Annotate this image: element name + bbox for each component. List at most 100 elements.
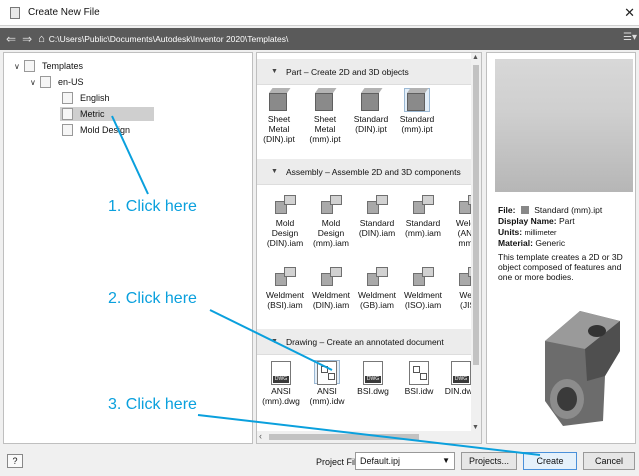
template-list: ▼ Part – Create 2D and 3D objects Sheet M… bbox=[256, 52, 482, 444]
callout-2: 2. Click here bbox=[108, 290, 197, 307]
section-header-part[interactable]: ▼ Part – Create 2D and 3D objects bbox=[257, 59, 473, 85]
create-button[interactable]: Create bbox=[523, 452, 577, 470]
tree-item-mold-design[interactable]: Mold Design bbox=[62, 123, 130, 137]
template-item-label: Sheet Metal (DIN).ipt bbox=[263, 114, 295, 144]
template-item[interactable]: Sheet Metal (mm).ipt bbox=[303, 89, 347, 144]
display-name-value: Part bbox=[558, 216, 575, 226]
assembly-icon bbox=[411, 265, 435, 287]
callout-1: 1. Click here bbox=[108, 198, 197, 215]
template-item-label: Mold Design (DIN).iam bbox=[266, 218, 304, 248]
template-item[interactable]: BSI.idw bbox=[397, 361, 441, 396]
close-icon[interactable]: ✕ bbox=[624, 5, 635, 21]
assembly-icon bbox=[273, 193, 297, 215]
template-item-label: ANSI (mm).idw bbox=[309, 386, 345, 406]
template-item[interactable]: Weldment (GB).iam bbox=[355, 265, 399, 310]
section-title: Assembly – Assemble 2D and 3D components bbox=[285, 166, 461, 177]
folder-icon bbox=[62, 124, 73, 136]
template-item[interactable]: Standard (mm).ipt bbox=[395, 88, 439, 134]
section-header-assembly[interactable]: ▼ Assembly – Assemble 2D and 3D componen… bbox=[257, 159, 473, 185]
chevron-down-icon[interactable]: ∨ bbox=[30, 78, 40, 87]
project-file-select[interactable]: Default.ipj ▼ bbox=[355, 452, 455, 470]
template-item-label: Weldment (GB).iam bbox=[357, 290, 397, 310]
forward-icon[interactable]: ⇒ bbox=[22, 32, 32, 46]
app-icon bbox=[10, 6, 20, 19]
scroll-thumb[interactable] bbox=[269, 434, 419, 440]
home-icon[interactable]: ⌂ bbox=[38, 33, 45, 45]
scroll-thumb[interactable] bbox=[473, 65, 479, 365]
assembly-icon bbox=[365, 265, 389, 287]
tree-item-english[interactable]: English bbox=[62, 91, 110, 105]
template-item-label: ANSI (mm).dwg bbox=[262, 386, 300, 406]
tree-item-metric[interactable]: Metric bbox=[60, 107, 154, 121]
collapse-icon[interactable]: ▼ bbox=[271, 68, 278, 75]
assembly-icon bbox=[273, 265, 297, 287]
material-value: Generic bbox=[535, 238, 566, 248]
template-item[interactable]: ANSI (mm).idw bbox=[305, 360, 349, 406]
template-item-label: Weldment (DIN).iam bbox=[311, 290, 351, 310]
assembly-icon bbox=[365, 193, 389, 215]
units-value: millimeter bbox=[524, 228, 557, 237]
template-item[interactable]: Weldment (ISO).iam bbox=[401, 265, 445, 310]
template-item[interactable]: Standard (DIN).iam bbox=[355, 193, 399, 238]
part-cube-icon bbox=[267, 89, 291, 111]
tree-item-label: Mold Design bbox=[80, 125, 131, 135]
tree-item-templates[interactable]: ∨ Templates bbox=[14, 59, 83, 73]
chevron-down-icon[interactable]: ∨ bbox=[14, 62, 24, 71]
idw-icon bbox=[407, 361, 431, 385]
horizontal-scrollbar[interactable]: ‹ bbox=[257, 431, 473, 443]
template-item[interactable]: Weldment (BSI).iam bbox=[263, 265, 307, 310]
display-name-label: Display Name: bbox=[498, 216, 557, 226]
section-header-drawing[interactable]: ▼ Drawing – Create an annotated document bbox=[257, 329, 473, 355]
scroll-left-icon[interactable]: ‹ bbox=[259, 431, 262, 441]
file-value: Standard (mm).ipt bbox=[534, 205, 603, 215]
callout-3: 3. Click here bbox=[108, 396, 197, 413]
back-icon[interactable]: ⇐ bbox=[6, 32, 16, 46]
template-description: This template creates a 2D or 3D object … bbox=[498, 252, 623, 282]
dropdown-arrow-icon[interactable]: ▼ bbox=[442, 456, 450, 465]
template-item[interactable]: Weldment (DIN).iam bbox=[309, 265, 353, 310]
material-label: Material: bbox=[498, 238, 533, 248]
idw-icon bbox=[314, 360, 340, 385]
template-item-label: Standard (DIN).iam bbox=[358, 218, 396, 238]
template-item[interactable]: DWG BSI.dwg bbox=[351, 361, 395, 396]
tree-item-label: en-US bbox=[58, 77, 84, 87]
template-tree: ∨ Templates ∨ en-US English Metric Mold … bbox=[3, 52, 253, 444]
assembly-icon bbox=[411, 193, 435, 215]
collapse-icon[interactable]: ▼ bbox=[271, 168, 278, 175]
template-item[interactable]: DWG ANSI (mm).dwg bbox=[259, 361, 303, 406]
vertical-scrollbar[interactable]: ▲ ▼ bbox=[471, 53, 481, 443]
scroll-up-icon[interactable]: ▲ bbox=[472, 54, 479, 61]
file-label: File: bbox=[498, 205, 516, 215]
section-title: Drawing – Create an annotated document bbox=[285, 336, 444, 347]
projects-button[interactable]: Projects... bbox=[461, 452, 517, 470]
tree-item-en-us[interactable]: ∨ en-US bbox=[30, 75, 84, 89]
template-item[interactable]: Sheet Metal (DIN).ipt bbox=[257, 89, 301, 144]
part-file-icon bbox=[520, 206, 529, 214]
project-file-value: Default.ipj bbox=[360, 456, 401, 466]
template-item[interactable]: Mold Design (mm).iam bbox=[309, 193, 353, 248]
collapse-icon[interactable]: ▼ bbox=[271, 338, 278, 345]
address-path[interactable]: C:\Users\Public\Documents\Autodesk\Inven… bbox=[49, 34, 289, 44]
cancel-button[interactable]: Cancel bbox=[583, 452, 635, 470]
template-item-label: Weldment (ISO).iam bbox=[403, 290, 443, 310]
template-item-label: Standard (DIN).ipt bbox=[353, 114, 389, 134]
template-item-label: BSI.dwg bbox=[357, 386, 389, 396]
template-item[interactable]: Standard (DIN).ipt bbox=[349, 89, 393, 134]
help-button[interactable]: ? bbox=[7, 454, 23, 468]
template-item-label: Sheet Metal (mm).ipt bbox=[309, 114, 341, 144]
view-options-icon[interactable]: ☰▾ bbox=[623, 32, 637, 43]
template-item[interactable]: Mold Design (DIN).iam bbox=[263, 193, 307, 248]
template-item-label: Standard (mm).ipt bbox=[399, 114, 435, 134]
preview-area bbox=[495, 59, 633, 192]
tree-item-label: English bbox=[80, 93, 110, 103]
template-item[interactable]: Standard (mm).iam bbox=[401, 193, 445, 238]
template-item-label: Standard (mm).iam bbox=[405, 218, 441, 238]
folder-icon bbox=[62, 92, 73, 104]
part-preview-image bbox=[545, 311, 620, 426]
footer-bar: ? Project File: Default.ipj ▼ Projects..… bbox=[0, 446, 639, 476]
folder-icon bbox=[62, 108, 73, 120]
assembly-icon bbox=[319, 265, 343, 287]
section-title: Part – Create 2D and 3D objects bbox=[285, 66, 409, 77]
scroll-down-icon[interactable]: ▼ bbox=[472, 424, 479, 431]
file-info: File: Standard (mm).ipt Display Name: Pa… bbox=[498, 205, 634, 282]
